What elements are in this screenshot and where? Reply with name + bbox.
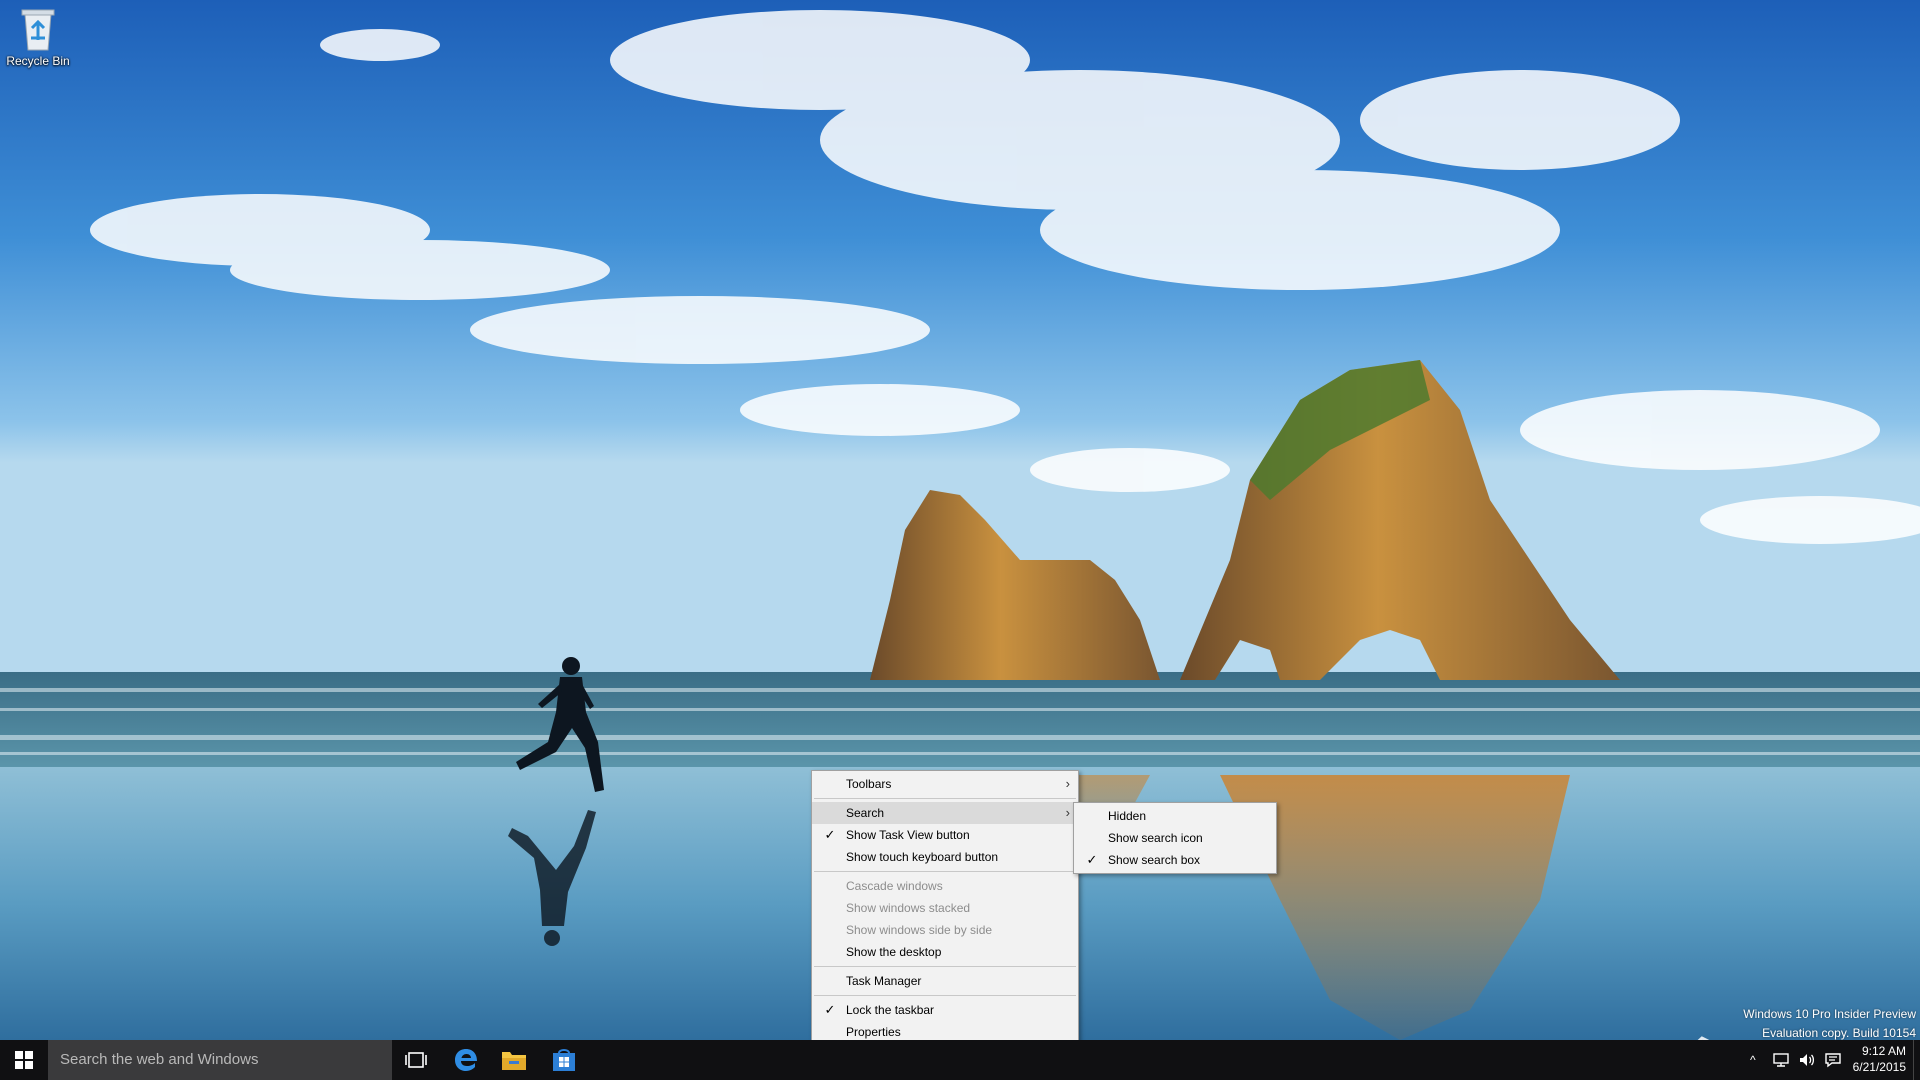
menu-item-lock-the-taskbar[interactable]: ✓ Lock the taskbar bbox=[812, 999, 1078, 1021]
menu-item-show-windows-stacked: Show windows stacked bbox=[812, 897, 1078, 919]
menu-item-show-touch-keyboard-button[interactable]: Show touch keyboard button bbox=[812, 846, 1078, 868]
menu-item-label: Lock the taskbar bbox=[846, 1003, 935, 1017]
chevron-right-icon: › bbox=[1065, 776, 1070, 791]
chevron-up-icon: ^ bbox=[1750, 1053, 1756, 1067]
file-explorer-icon bbox=[502, 1052, 526, 1070]
watermark-line-1: Windows 10 Pro Insider Preview bbox=[1743, 1007, 1916, 1021]
checkmark-icon: ✓ bbox=[1086, 852, 1098, 867]
menu-item-label: Show search icon bbox=[1108, 831, 1203, 845]
menu-item-label: Show the desktop bbox=[846, 945, 942, 959]
taskbar-context-menu: Toolbars › Search › ✓ Show Task View but… bbox=[811, 770, 1079, 1046]
volume-button[interactable] bbox=[1798, 1040, 1816, 1080]
menu-item-label: Properties bbox=[846, 1025, 901, 1039]
clock-time: 9:12 AM bbox=[1861, 1044, 1906, 1058]
network-button[interactable] bbox=[1772, 1040, 1790, 1080]
menu-item-task-manager[interactable]: Task Manager bbox=[812, 970, 1078, 992]
start-button[interactable] bbox=[0, 1040, 48, 1080]
chevron-right-icon: › bbox=[1065, 805, 1070, 820]
submenu-item-show-search-box[interactable]: ✓ Show search box bbox=[1074, 849, 1276, 871]
menu-item-label: Task Manager bbox=[846, 974, 922, 988]
menu-separator bbox=[814, 966, 1076, 967]
menu-item-show-task-view-button[interactable]: ✓ Show Task View button bbox=[812, 824, 1078, 846]
menu-item-label: Show windows side by side bbox=[846, 923, 993, 937]
message-icon bbox=[1825, 1053, 1841, 1068]
menu-separator bbox=[814, 871, 1076, 872]
store-icon bbox=[553, 1049, 575, 1071]
checkmark-icon: ✓ bbox=[824, 1002, 836, 1017]
show-desktop-button[interactable] bbox=[1913, 1040, 1920, 1080]
edge-browser-button[interactable] bbox=[446, 1040, 486, 1080]
menu-item-label: Hidden bbox=[1108, 809, 1147, 823]
windows-logo-icon bbox=[15, 1051, 33, 1069]
search-box[interactable]: Search the web and Windows bbox=[48, 1040, 392, 1080]
edge-icon bbox=[455, 1049, 477, 1071]
submenu-item-show-search-icon[interactable]: Show search icon bbox=[1074, 827, 1276, 849]
checkmark-icon: ✓ bbox=[824, 827, 836, 842]
menu-item-search[interactable]: Search › bbox=[812, 802, 1078, 824]
task-view-button[interactable] bbox=[396, 1040, 436, 1080]
clock-date: 6/21/2015 bbox=[1852, 1060, 1906, 1074]
store-button[interactable] bbox=[544, 1040, 584, 1080]
show-hidden-icons-button[interactable]: ^ bbox=[1750, 1040, 1756, 1080]
system-clock[interactable]: 9:12 AM 6/21/2015 bbox=[1848, 1043, 1906, 1075]
recycle-bin-icon bbox=[21, 9, 55, 51]
menu-item-cascade-windows: Cascade windows bbox=[812, 875, 1078, 897]
menu-item-show-windows-side-by-side: Show windows side by side bbox=[812, 919, 1078, 941]
action-center-button[interactable] bbox=[1824, 1040, 1842, 1080]
file-explorer-button[interactable] bbox=[494, 1040, 534, 1080]
taskbar: Search the web and Windows ^ 9:12 AM 6/2… bbox=[0, 1040, 1920, 1080]
submenu-item-hidden[interactable]: Hidden bbox=[1074, 805, 1276, 827]
volume-icon bbox=[1800, 1054, 1815, 1066]
menu-item-label: Toolbars bbox=[846, 777, 892, 791]
menu-separator bbox=[814, 995, 1076, 996]
menu-item-label: Show Task View button bbox=[846, 828, 970, 842]
desktop-icon-recycle-bin[interactable]: Recycle Bin bbox=[4, 6, 72, 78]
search-placeholder: Search the web and Windows bbox=[60, 1051, 259, 1068]
menu-item-toolbars[interactable]: Toolbars › bbox=[812, 773, 1078, 795]
network-icon bbox=[1773, 1053, 1789, 1067]
menu-item-label: Show search box bbox=[1108, 853, 1201, 867]
menu-separator bbox=[814, 798, 1076, 799]
menu-item-label: Cascade windows bbox=[846, 879, 943, 893]
search-submenu: Hidden Show search icon ✓ Show search bo… bbox=[1073, 802, 1277, 874]
menu-item-label: Search bbox=[846, 806, 885, 820]
desktop-icon-label: Recycle Bin bbox=[6, 54, 70, 68]
menu-item-label: Show touch keyboard button bbox=[846, 850, 999, 864]
task-view-icon bbox=[405, 1052, 427, 1068]
menu-item-label: Show windows stacked bbox=[846, 901, 971, 915]
menu-item-show-the-desktop[interactable]: Show the desktop bbox=[812, 941, 1078, 963]
